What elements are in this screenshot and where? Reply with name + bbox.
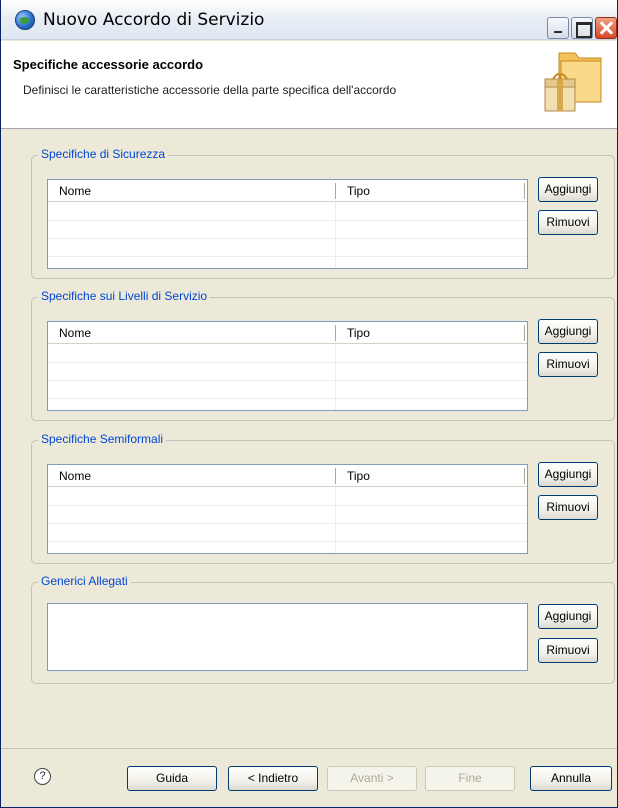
wizard-banner: Specifiche accessorie accordo Definisci … <box>1 41 617 129</box>
column-header-name[interactable]: Nome <box>59 469 91 483</box>
column-divider[interactable] <box>335 325 336 341</box>
semiformal-specs-group: Specifiche Semiformali Nome Tipo Aggiung… <box>31 432 615 564</box>
column-divider[interactable] <box>335 468 336 484</box>
column-divider[interactable] <box>524 468 525 484</box>
wizard-window: Nuovo Accordo di Servizio Specifiche acc… <box>0 0 618 808</box>
add-semiformal-spec-button[interactable]: Aggiungi <box>538 462 598 487</box>
semiformal-specs-table[interactable]: Nome Tipo <box>47 464 528 554</box>
column-header-type[interactable]: Tipo <box>347 326 370 340</box>
window-title: Nuovo Accordo di Servizio <box>43 10 265 30</box>
column-header-type[interactable]: Tipo <box>347 469 370 483</box>
guide-button[interactable]: Guida <box>127 766 217 791</box>
help-icon[interactable]: ? <box>34 768 51 785</box>
attachments-list[interactable] <box>47 603 528 671</box>
column-header-type[interactable]: Tipo <box>347 184 370 198</box>
finish-button[interactable]: Fine <box>425 766 515 791</box>
column-line <box>335 344 336 410</box>
row-divider <box>48 541 527 542</box>
table-header: Nome Tipo <box>48 180 527 202</box>
column-divider[interactable] <box>335 183 336 199</box>
remove-service-level-spec-button[interactable]: Rimuovi <box>538 352 598 377</box>
column-line <box>335 202 336 268</box>
row-divider <box>48 220 527 221</box>
security-specs-table[interactable]: Nome Tipo <box>47 179 528 269</box>
generic-attachments-group: Generici Allegati Aggiungi Rimuovi <box>31 574 615 684</box>
row-divider <box>48 398 527 399</box>
row-divider <box>48 380 527 381</box>
remove-semiformal-spec-button[interactable]: Rimuovi <box>538 495 598 520</box>
table-header: Nome Tipo <box>48 465 527 487</box>
column-divider[interactable] <box>524 325 525 341</box>
column-line <box>335 487 336 553</box>
package-folder-icon <box>544 52 602 112</box>
banner-description: Definisci le caratteristiche accessorie … <box>23 83 397 97</box>
service-level-specs-group: Specifiche sui Livelli di Servizio Nome … <box>31 289 615 421</box>
add-service-level-spec-button[interactable]: Aggiungi <box>538 319 598 344</box>
group-label: Specifiche Semiformali <box>38 432 167 446</box>
group-label: Generici Allegati <box>38 574 131 588</box>
minimize-icon[interactable] <box>547 17 569 39</box>
column-divider[interactable] <box>524 183 525 199</box>
remove-security-spec-button[interactable]: Rimuovi <box>538 210 598 235</box>
banner-title: Specifiche accessorie accordo <box>13 57 204 72</box>
maximize-icon[interactable] <box>571 17 593 39</box>
remove-attachment-button[interactable]: Rimuovi <box>538 638 598 663</box>
back-button[interactable]: < Indietro <box>228 766 318 791</box>
close-icon[interactable] <box>595 17 617 39</box>
row-divider <box>48 505 527 506</box>
row-divider <box>48 256 527 257</box>
group-label: Specifiche sui Livelli di Servizio <box>38 289 211 303</box>
add-security-spec-button[interactable]: Aggiungi <box>538 177 598 202</box>
row-divider <box>48 238 527 239</box>
row-divider <box>48 523 527 524</box>
security-specs-group: Specifiche di Sicurezza Nome Tipo Aggiun… <box>31 147 615 279</box>
footer-divider <box>1 748 617 749</box>
row-divider <box>48 362 527 363</box>
service-level-specs-table[interactable]: Nome Tipo <box>47 321 528 411</box>
column-header-name[interactable]: Nome <box>59 326 91 340</box>
globe-icon <box>15 10 35 30</box>
next-button[interactable]: Avanti > <box>327 766 417 791</box>
title-bar[interactable]: Nuovo Accordo di Servizio <box>1 0 617 40</box>
cancel-button[interactable]: Annulla <box>530 766 612 791</box>
add-attachment-button[interactable]: Aggiungi <box>538 604 598 629</box>
group-label: Specifiche di Sicurezza <box>38 147 169 161</box>
table-header: Nome Tipo <box>48 322 527 344</box>
column-header-name[interactable]: Nome <box>59 184 91 198</box>
